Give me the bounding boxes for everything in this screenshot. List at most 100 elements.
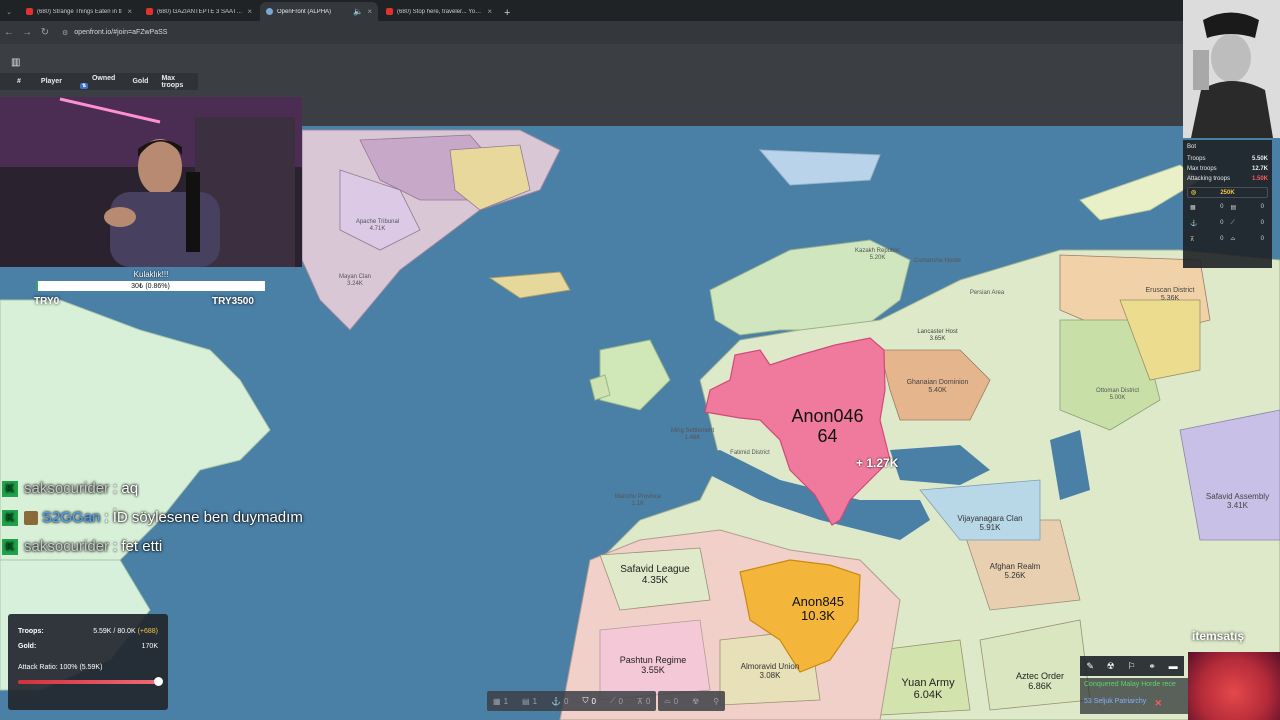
kick-icon: K (2, 538, 18, 555)
build-city-button[interactable]: ▦ 1 (493, 697, 508, 706)
site-info-icon[interactable]: ⚙ (62, 29, 68, 37)
map-label-persian: Persian Area (962, 290, 1012, 297)
player-troops: 4.35K (641, 575, 669, 586)
speaker-icon[interactable]: 🔈 (353, 7, 363, 16)
nuke-icon: ☢ (692, 696, 700, 706)
player-name: Anon046 (791, 406, 864, 426)
defense-count: ⊼ 0 (1187, 236, 1228, 243)
url-field[interactable]: ⚙ openfront.io/#join=aFZwPaSS (62, 29, 167, 37)
map-label-ming: Ming Settlement 1.46K (660, 428, 725, 442)
anchor-icon: ⚓ (551, 696, 561, 706)
missile-count: ⟋ 0 (1228, 220, 1269, 227)
attack-ratio-slider[interactable] (18, 677, 163, 686)
build-factory-button[interactable]: ▤ 1 (522, 697, 537, 706)
reload-icon[interactable]: ↻ (36, 27, 54, 38)
pencil-icon[interactable]: ✎ (1086, 661, 1094, 672)
donation-goal: Kulaklık!!! 30₺ (0.86%) TRY0 TRY3500 (0, 268, 302, 310)
map-label-aztec-order: Aztec Order 6.86K (1000, 671, 1080, 691)
attack-ratio-knob[interactable] (154, 677, 163, 686)
player-name: Yuan Army (901, 677, 955, 689)
build-count: 0 (645, 696, 651, 706)
col-max-troops[interactable]: Max troops (161, 75, 198, 89)
alliance-icon[interactable]: ⚐ (1128, 661, 1136, 672)
tab-title: OpenFront (ALPHA) (277, 8, 332, 15)
player-name: Fatimid District (730, 450, 770, 456)
col-gold[interactable]: Gold (132, 78, 148, 85)
browser-tab-3[interactable]: OpenFront (ALPHA) 🔈 × (260, 2, 378, 21)
count-value: 0 (1260, 236, 1264, 242)
max-troops-row: Max troops 12.7K (1187, 164, 1268, 174)
troops-value: 5.50K (1251, 156, 1268, 162)
browser-tab-2[interactable]: (680) GAZİANTEPTE 3 SAATTE × (140, 2, 258, 21)
close-icon[interactable]: × (487, 7, 492, 16)
map-label-comanche: Comanche Horde (910, 258, 965, 265)
build-missile-button[interactable]: ⟋ 0 (610, 696, 623, 706)
player-name: Mayan Clan (338, 274, 371, 280)
donation-progress-text: 30₺ (0.86%) (131, 283, 170, 290)
count-value: 0 (1220, 220, 1224, 226)
sponsor-logo: itemsatış (1192, 629, 1245, 643)
player-troops: 5.91K (979, 523, 1001, 532)
player-name: Apache Tribunal (355, 219, 400, 225)
player-troops: 1.46K (684, 435, 701, 441)
map-label-safavid-assembly: Safavid Assembly 3.41K (1200, 492, 1275, 510)
col-player[interactable]: Player (41, 78, 62, 85)
player-troops: 5.40K (928, 387, 947, 394)
build-defense-button[interactable]: ⛉ 0 (582, 696, 595, 706)
build-nuke-button[interactable]: ☢ (692, 697, 699, 706)
landmass-britain (599, 339, 671, 411)
attacking-troops-label: Attacking troops (1187, 176, 1231, 182)
close-icon[interactable]: × (247, 7, 252, 16)
handshake-icon[interactable]: ⚭ (1148, 661, 1156, 672)
map-label-kazakh: Kazakh Republic 5.20K (850, 248, 905, 262)
stream-chat: K saksocurider : aq K S2GGan : İD söyles… (2, 474, 362, 561)
youtube-icon (26, 8, 33, 15)
warship-icon: ⌓ (664, 696, 671, 705)
nuke-icon[interactable]: ☢ (1107, 661, 1115, 672)
close-icon[interactable]: × (367, 7, 372, 16)
attacking-troops-row: Attacking troops 1.50K (1187, 174, 1268, 184)
build-count: 0 (673, 696, 679, 706)
chat-icon[interactable]: ▬ (1169, 661, 1178, 671)
build-group-units: ⌓ 0 ☢ ⚲ (658, 691, 726, 711)
map-label-anon845: Anon845 10.3K (778, 595, 858, 623)
browser-tab-1[interactable]: (680) Strange Things Eaten in tl × (20, 2, 138, 21)
close-icon[interactable]: ✕ (1154, 698, 1162, 709)
attack-float-text: + 1.27K (856, 456, 899, 470)
streamer-webcam (0, 97, 302, 267)
build-sam-button[interactable]: ⊼ 0 (637, 697, 650, 706)
build-count: 0 (591, 696, 596, 706)
build-count: 1 (532, 696, 538, 706)
player-name: Anon845 (791, 594, 845, 609)
player-troops: 3.24K (347, 281, 363, 287)
tab-search-icon[interactable]: ⌄ (0, 8, 18, 16)
col-rank[interactable]: # (17, 78, 21, 85)
map-label-ghanaian: Ghanaian Dominion 5.40K (895, 379, 980, 395)
back-icon[interactable]: ← (0, 27, 18, 38)
chat-text: : fet etti (113, 538, 163, 555)
count-value: 0 (1220, 236, 1224, 242)
build-warship-button[interactable]: ⌓ 0 (664, 696, 678, 706)
factory-count: ▤ 0 (1228, 204, 1269, 211)
player-name: Safavid League (620, 564, 690, 575)
forward-icon[interactable]: → (18, 27, 36, 38)
build-port-button[interactable]: ⚓ 0 (551, 697, 568, 706)
map-label-apache: Apache Tribunal 4.71K (350, 219, 405, 233)
donation-min: TRY0 (34, 296, 60, 307)
browser-tab-bar: ⌄ (680) Strange Things Eaten in tl × (68… (0, 0, 1280, 21)
new-tab-button[interactable]: + (504, 7, 510, 19)
build-mirv-button[interactable]: ⚲ (713, 697, 719, 706)
player-name: Kazakh Republic (854, 248, 901, 254)
troops-label: Troops (1187, 156, 1206, 162)
gold-row: Gold: 170K (18, 639, 158, 654)
player-troops: 3.65K (929, 336, 946, 342)
factory-icon: ▤ (522, 696, 530, 706)
count-value: 0 (1260, 204, 1264, 210)
leaderboard-toggle-icon[interactable]: ▥ (11, 57, 20, 68)
troops-value-group: 5.59K / 80.0K (+688) (93, 628, 158, 635)
col-owned[interactable]: Owned⇅ (78, 75, 125, 89)
close-icon[interactable]: × (127, 7, 132, 16)
event-message: 53 Seljuk Patriarchy (1084, 698, 1147, 705)
map-label-yuan-army: Yuan Army 6.04K (888, 677, 968, 701)
browser-tab-4[interactable]: (680) Stop here, traveler... You d × (380, 2, 498, 21)
